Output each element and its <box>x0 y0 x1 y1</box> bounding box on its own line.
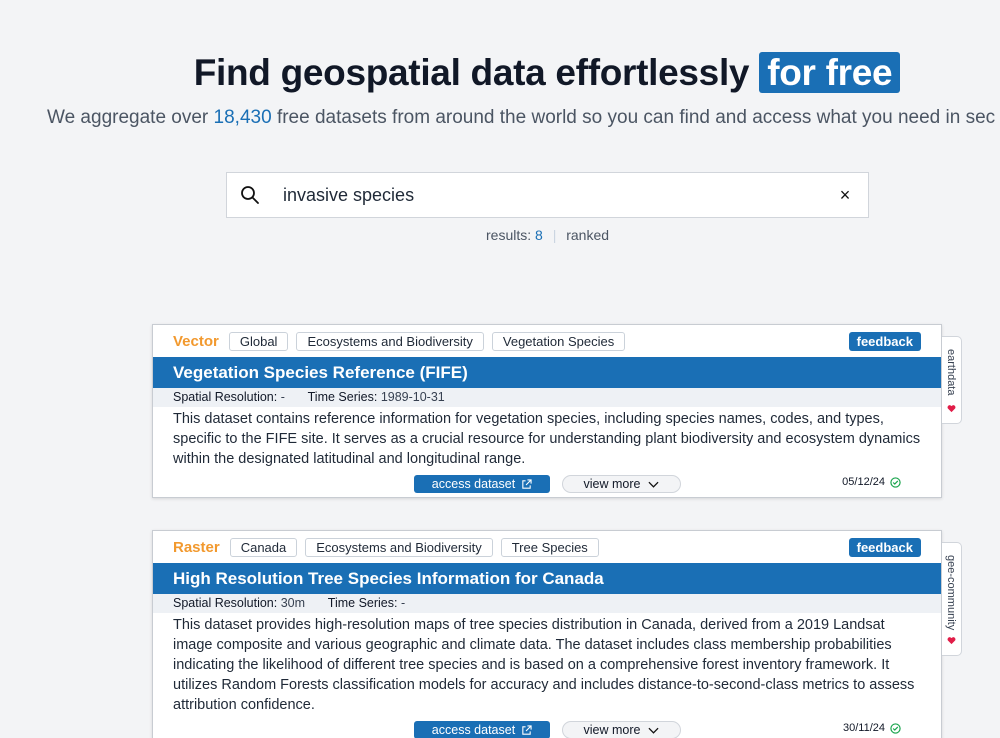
time-series-label: Time Series: <box>307 390 378 404</box>
source-label: earthdata <box>945 349 957 396</box>
tag-subcategory[interactable]: Vegetation Species <box>491 331 626 351</box>
source-label: gee-community <box>945 555 957 631</box>
sort-mode-link[interactable]: ranked <box>566 227 609 243</box>
spatial-resolution-label: Spatial Resolution: <box>173 390 278 404</box>
external-link-icon <box>522 478 532 489</box>
view-more-button[interactable]: view more <box>562 475 681 493</box>
feedback-button[interactable]: feedback <box>848 537 921 557</box>
dataset-description: This dataset provides high-resolution ma… <box>173 617 915 713</box>
results-count: 8 <box>535 227 543 243</box>
spatial-resolution-label: Spatial Resolution: <box>173 596 278 610</box>
date-value: 30/11/24 <box>842 722 885 734</box>
access-dataset-button[interactable]: access dataset <box>414 721 550 738</box>
access-dataset-button[interactable]: access dataset <box>414 475 550 493</box>
search-bar: × <box>226 172 869 218</box>
updated-date: 30/11/24 <box>843 722 901 734</box>
heart-icon <box>947 637 956 645</box>
card-actions: access dataset view more 05/12/24 <box>153 469 941 497</box>
dataset-meta: Spatial Resolution: 30m Time Series: - <box>153 594 941 613</box>
results-separator: | <box>552 227 557 243</box>
dataset-card: Vector Global Ecosystems and Biodiversit… <box>152 324 942 498</box>
clear-search-button[interactable]: × <box>822 173 868 217</box>
page-subtitle: We aggregate over 18,430 free datasets f… <box>47 107 995 129</box>
dataset-type: Raster <box>173 538 220 556</box>
heart-icon <box>947 405 956 413</box>
tag-subcategory[interactable]: Tree Species <box>500 537 599 557</box>
view-more-label: view more <box>583 477 641 491</box>
title-main: Find geospatial data effortlessly <box>193 52 750 93</box>
check-circle-icon <box>890 476 901 488</box>
feedback-button[interactable]: feedback <box>848 331 921 351</box>
chevron-down-icon <box>648 481 660 488</box>
results-label: results: <box>486 227 532 243</box>
title-highlight: for free <box>759 52 901 93</box>
view-more-label: view more <box>583 723 641 737</box>
tag-category[interactable]: Ecosystems and Biodiversity <box>305 537 493 557</box>
dataset-type: Vector <box>173 332 219 350</box>
check-circle-icon <box>890 722 901 734</box>
dataset-title[interactable]: High Resolution Tree Species Information… <box>153 563 941 594</box>
source-tab[interactable]: gee-community <box>942 542 962 656</box>
dataset-card: Raster Canada Ecosystems and Biodiversit… <box>152 530 942 738</box>
spatial-resolution-value: 30m <box>280 596 306 610</box>
date-value: 05/12/24 <box>842 476 885 488</box>
time-series-value: - <box>400 596 406 610</box>
access-dataset-label: access dataset <box>431 723 516 737</box>
search-input[interactable] <box>273 173 822 217</box>
external-link-icon <box>522 724 532 735</box>
time-series-label: Time Series: <box>327 596 398 610</box>
card-actions: access dataset view more 30/11/24 <box>153 715 941 738</box>
subtitle-post: free datasets from around the world so y… <box>276 107 996 128</box>
search-icon <box>227 172 273 218</box>
results-summary: results: 8 | ranked <box>486 227 609 243</box>
source-tab[interactable]: earthdata <box>942 336 962 424</box>
card-header: Raster Canada Ecosystems and Biodiversit… <box>153 531 941 563</box>
subtitle-pre: We aggregate over <box>47 107 209 128</box>
tag-region[interactable]: Global <box>228 331 289 351</box>
chevron-down-icon <box>648 727 660 734</box>
spatial-resolution-value: - <box>280 390 285 404</box>
card-header: Vector Global Ecosystems and Biodiversit… <box>153 325 941 357</box>
dataset-title[interactable]: Vegetation Species Reference (FIFE) <box>153 357 941 388</box>
view-more-button[interactable]: view more <box>562 721 681 738</box>
access-dataset-label: access dataset <box>431 477 516 491</box>
page-title: Find geospatial data effortlessly for fr… <box>0 52 1000 94</box>
dataset-meta: Spatial Resolution: - Time Series: 1989-… <box>153 388 941 407</box>
updated-date: 05/12/24 <box>842 476 901 488</box>
time-series-value: 1989-10-31 <box>380 390 445 404</box>
tag-category[interactable]: Ecosystems and Biodiversity <box>296 331 484 351</box>
dataset-description: This dataset contains reference informat… <box>173 411 921 467</box>
tag-region[interactable]: Canada <box>229 537 298 557</box>
dataset-count: 18,430 <box>213 107 272 128</box>
